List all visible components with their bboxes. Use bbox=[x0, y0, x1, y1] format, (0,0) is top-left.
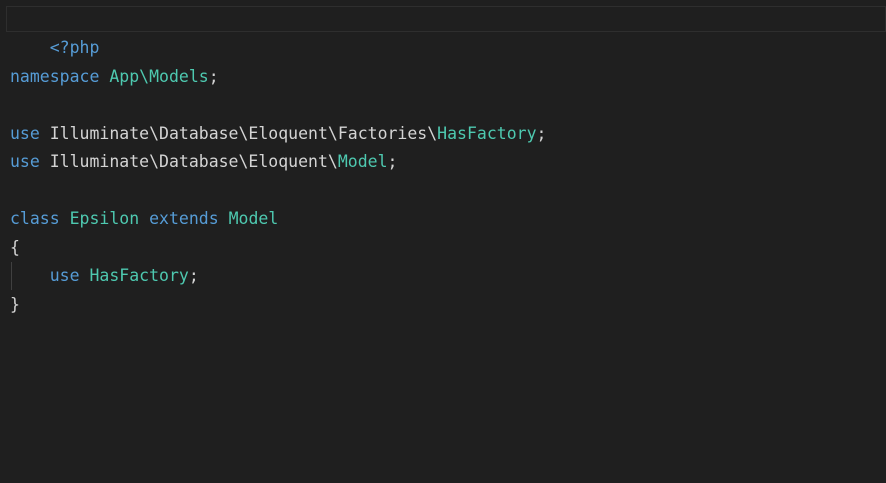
code-editor[interactable]: · · · · · · · · · · <?php namespace App\… bbox=[0, 0, 886, 483]
import-type: Model bbox=[337, 152, 388, 171]
code-line-6[interactable]: use Illuminate\Database\Eloquent\Model; bbox=[10, 148, 397, 176]
import-path: Illuminate\Database\Eloquent\Factories\ bbox=[49, 124, 438, 143]
code-line-11[interactable]: } bbox=[10, 291, 20, 319]
keyword-use: use bbox=[49, 266, 80, 285]
code-line-9[interactable]: { bbox=[10, 234, 20, 262]
close-brace: } bbox=[10, 295, 20, 314]
current-line-highlight bbox=[6, 6, 886, 32]
semicolon: ; bbox=[536, 124, 547, 143]
keyword-use: use bbox=[10, 152, 40, 171]
import-path: Illuminate\Database\Eloquent\ bbox=[49, 152, 338, 171]
keyword-namespace: namespace bbox=[10, 67, 100, 86]
code-line-10[interactable]: use HasFactory; bbox=[10, 262, 199, 290]
import-type: HasFactory bbox=[437, 124, 537, 143]
breadcrumb-text: · · · · · · · · · · bbox=[12, 0, 110, 3]
semicolon: ; bbox=[387, 152, 398, 171]
keyword-class: class bbox=[10, 209, 60, 228]
keyword-extends: extends bbox=[149, 209, 219, 228]
parent-class-name: Model bbox=[228, 209, 279, 228]
breadcrumb: · · · · · · · · · · bbox=[0, 0, 886, 5]
keyword-use: use bbox=[10, 124, 40, 143]
trait-name: HasFactory bbox=[89, 266, 189, 285]
php-open-tag: <?php bbox=[49, 38, 100, 57]
code-line-8[interactable]: class Epsilon extends Model bbox=[10, 205, 278, 233]
code-line-1[interactable]: <?php bbox=[10, 6, 100, 57]
open-brace: { bbox=[10, 238, 20, 257]
semicolon: ; bbox=[188, 266, 199, 285]
class-name: Epsilon bbox=[69, 209, 140, 228]
code-line-3[interactable]: namespace App\Models; bbox=[10, 63, 219, 91]
code-line-5[interactable]: use Illuminate\Database\Eloquent\Factori… bbox=[10, 120, 546, 148]
namespace-name: App\Models bbox=[109, 67, 209, 86]
semicolon: ; bbox=[208, 67, 219, 86]
